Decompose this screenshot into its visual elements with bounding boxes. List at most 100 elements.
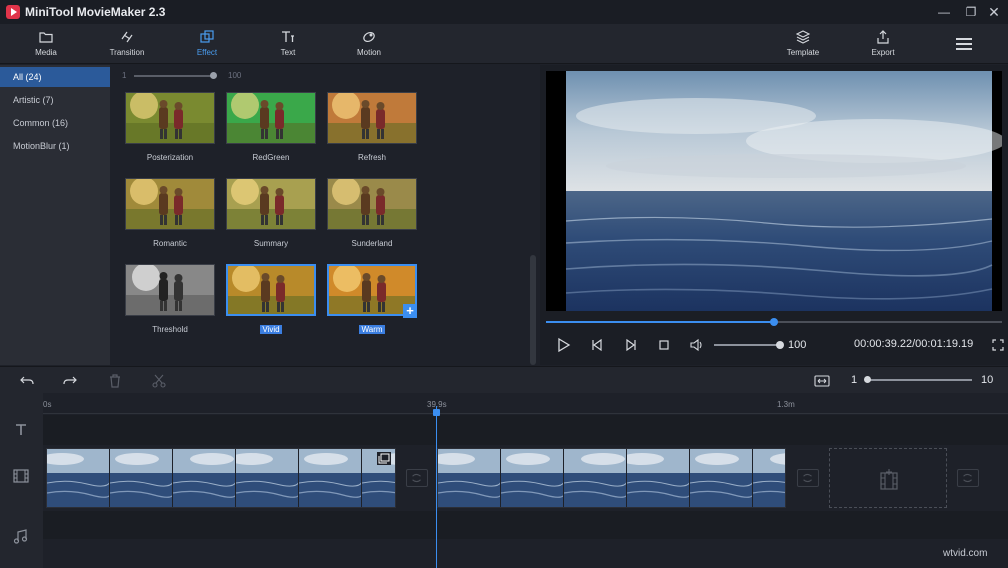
minimize-icon[interactable]: — xyxy=(934,3,954,21)
close-icon[interactable]: ✕ xyxy=(984,3,1004,21)
prev-frame-icon[interactable] xyxy=(589,337,605,353)
export-button[interactable]: Export xyxy=(853,24,913,64)
play-icon[interactable] xyxy=(556,337,572,353)
zoom-slider[interactable] xyxy=(866,379,972,381)
ocean-frame-image xyxy=(563,449,628,507)
ocean-frame-image xyxy=(438,449,502,507)
effect-name: Refresh xyxy=(357,153,386,162)
transition-slot-icon xyxy=(803,473,812,483)
template-label: Template xyxy=(786,48,820,57)
video-clip-2[interactable] xyxy=(437,448,786,508)
transition-slot-1[interactable] xyxy=(406,469,428,487)
effect-thumbnail[interactable] xyxy=(327,92,417,144)
preview-panel: 100 00:00:39.22/00:01:19.19 xyxy=(540,65,1008,365)
add-effect-icon[interactable]: + xyxy=(403,304,417,318)
slider-knob[interactable] xyxy=(210,72,217,79)
effect-button[interactable]: Effect xyxy=(177,24,237,64)
volume-value: 100 xyxy=(788,339,807,351)
children-photo-image xyxy=(328,93,416,143)
redo-icon[interactable] xyxy=(62,373,78,389)
video-track-icon xyxy=(13,469,29,483)
intensity-slider[interactable]: 1 100 xyxy=(122,71,241,80)
children-photo-image xyxy=(126,93,214,143)
effect-thumbnail[interactable] xyxy=(226,92,316,144)
category-all[interactable]: All (24) xyxy=(0,67,110,87)
zoom-min-label: 1 xyxy=(851,374,858,386)
effect-thumbnail[interactable] xyxy=(125,92,215,144)
transition-slot-2[interactable] xyxy=(797,469,819,487)
clip-frame xyxy=(229,449,300,507)
video-preview xyxy=(546,71,1002,311)
effect-thumbnail[interactable] xyxy=(125,178,215,230)
media-button[interactable]: Media xyxy=(16,24,76,64)
category-artistic[interactable]: Artistic (7) xyxy=(0,90,110,110)
timeline-toolbar: 1 10 xyxy=(0,366,1008,393)
playback-progress-fill xyxy=(546,321,774,323)
ruler-label-end: 1.3m xyxy=(777,400,795,409)
export-icon xyxy=(877,30,889,44)
effect-label: Romantic xyxy=(115,239,225,248)
volume-knob[interactable] xyxy=(776,341,784,349)
clip-frame xyxy=(752,449,785,507)
category-common[interactable]: Common (16) xyxy=(0,113,110,133)
transition-icon xyxy=(121,31,133,43)
effect-label: Vivid xyxy=(216,325,326,334)
effect-name: Warm xyxy=(359,325,385,334)
volume-icon[interactable] xyxy=(689,337,705,353)
ocean-frame-image xyxy=(172,449,237,507)
effect-name: RedGreen xyxy=(252,153,290,162)
fit-timeline-icon[interactable] xyxy=(814,373,830,389)
effect-name: Posterization xyxy=(146,153,194,162)
add-video-icon xyxy=(880,469,898,490)
text-button[interactable]: Text xyxy=(258,24,318,64)
effect-thumbnail[interactable] xyxy=(327,178,417,230)
video-clip-1[interactable] xyxy=(46,448,396,508)
media-drop-placeholder[interactable] xyxy=(829,448,947,508)
playhead-handle[interactable] xyxy=(433,409,440,416)
transition-button[interactable]: Transition xyxy=(97,24,157,64)
effects-scrollbar[interactable] xyxy=(530,255,536,365)
zoom-knob[interactable] xyxy=(864,376,871,383)
audio-track-lower[interactable] xyxy=(43,540,1008,568)
hamburger-icon[interactable] xyxy=(956,38,972,50)
transition-slot-3[interactable] xyxy=(957,469,979,487)
time-ruler[interactable] xyxy=(43,413,1008,414)
clip-frame xyxy=(109,449,174,507)
template-button[interactable]: Template xyxy=(773,24,833,64)
effect-thumbnail[interactable] xyxy=(226,264,316,316)
export-label: Export xyxy=(871,48,895,57)
audio-track[interactable] xyxy=(43,511,1008,539)
effects-panel: 1 100 Posterization RedGreen Refresh Romant… xyxy=(110,65,538,365)
clip-copy-icon[interactable] xyxy=(377,452,391,465)
volume-slider[interactable] xyxy=(714,344,780,346)
clip-frame xyxy=(438,449,502,507)
undo-icon[interactable] xyxy=(19,373,35,389)
effect-thumbnail[interactable] xyxy=(125,264,215,316)
slider-track xyxy=(134,75,212,77)
app-window: MiniTool MovieMaker 2.3 — ❐ ✕ Media Tran… xyxy=(0,0,1008,568)
category-motionblur[interactable]: MotionBlur (1) xyxy=(0,136,110,156)
effect-thumbnail[interactable] xyxy=(226,178,316,230)
effect-label: Warm xyxy=(317,325,427,334)
children-photo-image xyxy=(227,93,315,143)
text-track[interactable] xyxy=(43,415,1008,445)
split-scissors-icon[interactable] xyxy=(151,373,167,389)
restore-icon[interactable]: ❐ xyxy=(961,3,981,21)
effect-name: Sunderland xyxy=(351,239,393,248)
effect-category-sidebar: All (24) Artistic (7) Common (16) Motion… xyxy=(0,65,110,365)
delete-icon[interactable] xyxy=(107,373,123,389)
next-frame-icon[interactable] xyxy=(623,337,639,353)
fullscreen-icon[interactable] xyxy=(992,339,1004,351)
timecode: 00:00:39.22/00:01:19.19 xyxy=(854,338,974,350)
clip-frame xyxy=(172,449,237,507)
motion-button[interactable]: Motion xyxy=(339,24,399,64)
playback-progress-knob[interactable] xyxy=(770,318,778,326)
ocean-frame-image xyxy=(500,449,565,507)
text-icon xyxy=(282,31,294,42)
playhead[interactable] xyxy=(436,406,437,568)
clip-frame xyxy=(500,449,565,507)
effect-label: Posterization xyxy=(115,153,225,162)
stop-icon[interactable] xyxy=(656,337,672,353)
effect-name: Summary xyxy=(253,239,289,248)
motion-label: Motion xyxy=(356,48,381,57)
